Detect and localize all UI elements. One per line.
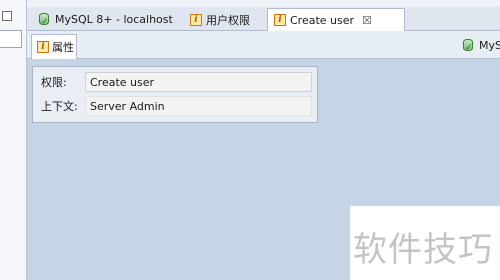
tab-strip-top-band bbox=[27, 0, 500, 7]
info-icon: i bbox=[190, 13, 202, 26]
tab-label: Create user bbox=[290, 13, 355, 27]
watermark: 软件技巧 bbox=[353, 230, 493, 270]
tab-mysql-right[interactable]: ✓ MyS bbox=[462, 39, 500, 53]
tab-create-user[interactable]: i Create user ☒ bbox=[267, 8, 405, 31]
properties-group: 权限: Create user 上下文: Server Admin bbox=[32, 66, 318, 123]
minimize-icon[interactable] bbox=[2, 11, 12, 21]
tab-label: MySQL 8+ - localhost bbox=[55, 13, 173, 26]
context-label: 上下文: bbox=[41, 100, 78, 113]
editor-tab-strip: ✓ MySQL 8+ - localhost i 用户权限 i Create u… bbox=[27, 0, 500, 31]
tab-mysql-localhost[interactable]: ✓ MySQL 8+ - localhost bbox=[32, 8, 179, 31]
subtab-label: 属性 bbox=[52, 41, 74, 54]
subtab-bar: i 属性 ✓ MyS bbox=[27, 31, 500, 59]
context-row: 上下文: Server Admin bbox=[33, 96, 312, 116]
close-icon[interactable]: ☒ bbox=[362, 14, 372, 27]
info-icon: i bbox=[274, 14, 286, 26]
database-connection-icon: ✓ bbox=[462, 39, 475, 53]
info-icon: i bbox=[37, 41, 49, 53]
left-panel-stub bbox=[0, 0, 27, 280]
tab-label: 用户权限 bbox=[206, 13, 250, 27]
left-panel-input[interactable] bbox=[0, 30, 22, 48]
tab-user-privileges[interactable]: i 用户权限 bbox=[184, 8, 256, 31]
privilege-field[interactable]: Create user bbox=[85, 72, 312, 92]
subtab-right-label: MyS bbox=[479, 39, 500, 52]
tab-properties[interactable]: i 属性 bbox=[31, 34, 77, 59]
privilege-row: 权限: Create user bbox=[33, 72, 312, 92]
privilege-label: 权限: bbox=[41, 76, 67, 89]
context-field[interactable]: Server Admin bbox=[85, 96, 312, 116]
database-connection-icon: ✓ bbox=[38, 13, 51, 27]
